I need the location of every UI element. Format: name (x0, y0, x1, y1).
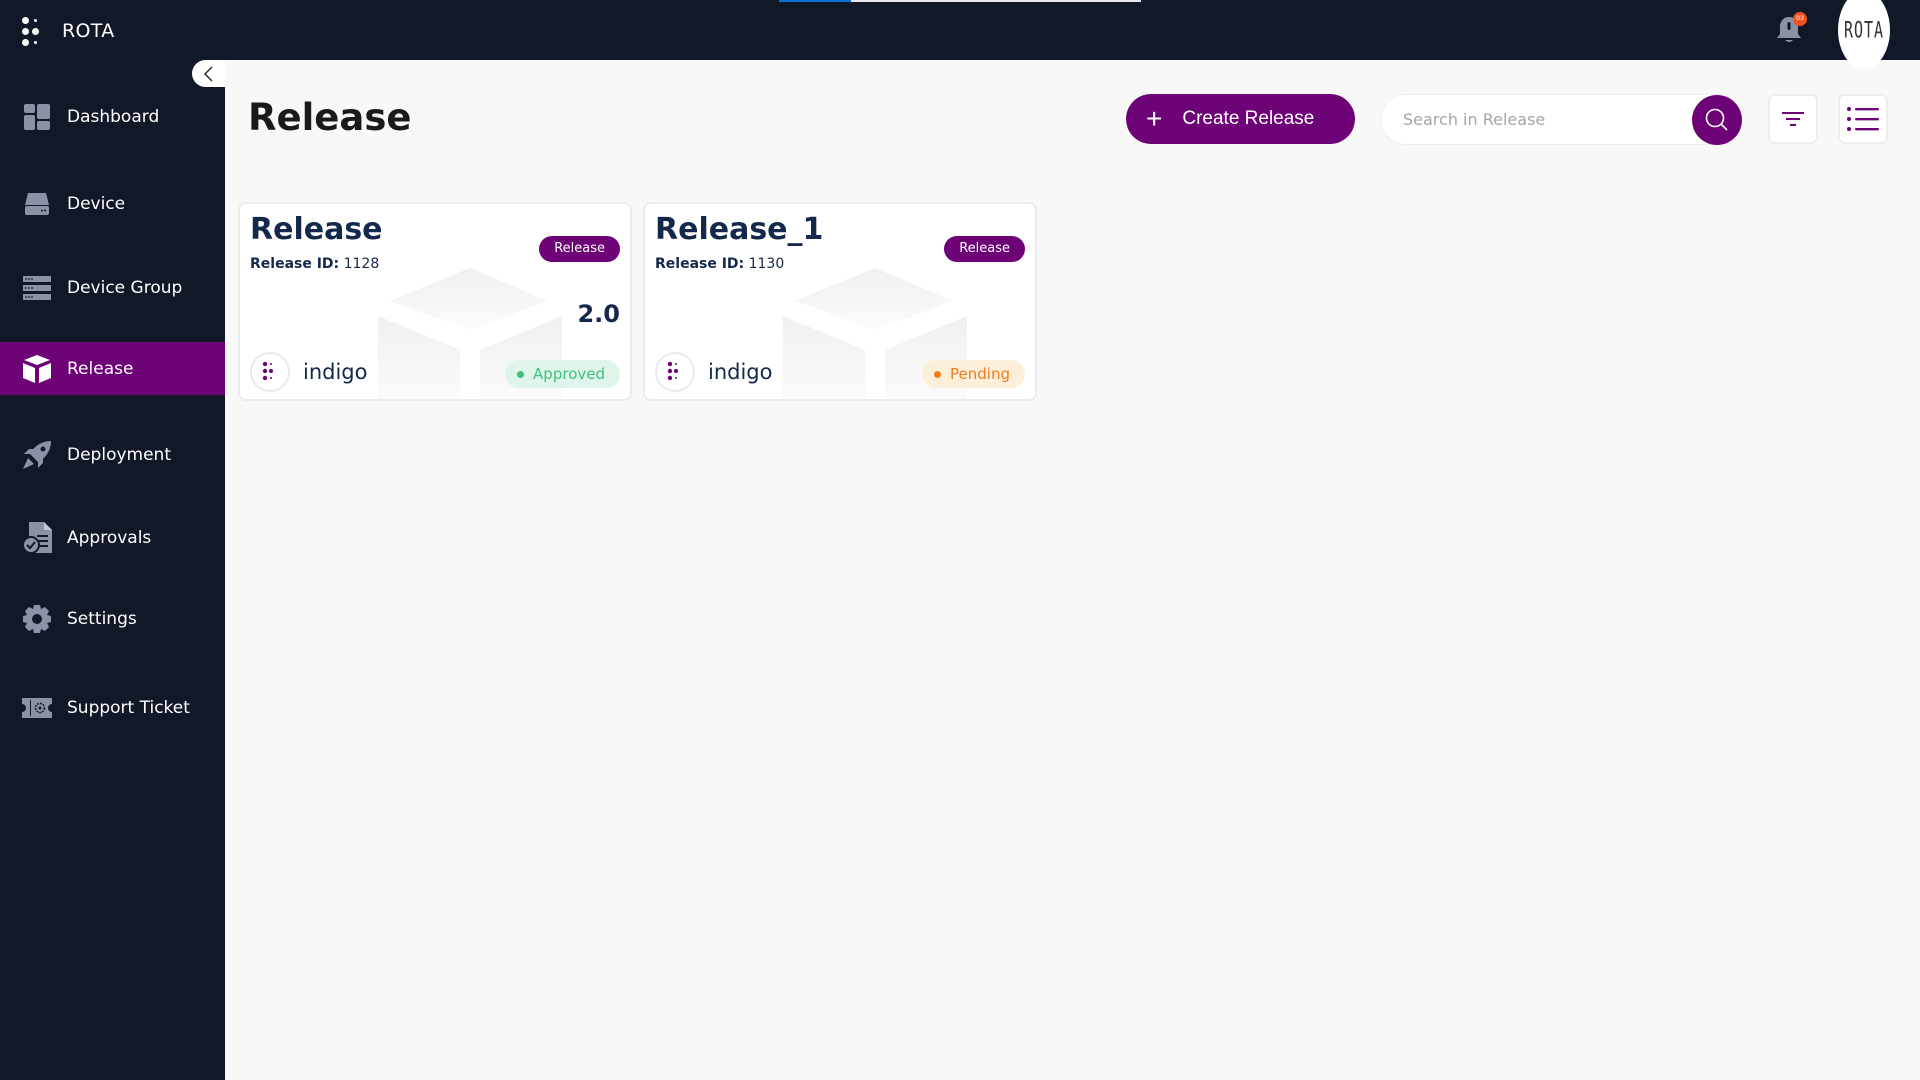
create-release-label: Create Release (1182, 108, 1315, 129)
sidebar-item-deployment[interactable]: Deployment (0, 428, 225, 481)
sidebar-item-label: Approvals (67, 527, 152, 548)
sidebar-item-label: Device Group (67, 277, 183, 298)
notification-count-badge: 03 (1793, 12, 1807, 26)
app-name: ROTA (62, 20, 115, 42)
sidebar-item-label: Settings (67, 608, 137, 629)
rota-logo-icon (667, 361, 678, 381)
sidebar-item-label: Device (67, 193, 126, 214)
sidebar-item-device[interactable]: Device (0, 177, 225, 230)
release-type-badge: Release (539, 236, 620, 262)
approvals-doc-icon (22, 521, 52, 554)
release-id: Release ID: 1128 (250, 256, 379, 272)
release-card[interactable]: Release Release ID: 1128 Release 2.0 ind… (238, 202, 632, 401)
plus-icon: + (1146, 103, 1163, 134)
release-id-value: 1128 (343, 256, 380, 272)
release-card[interactable]: Release_1 Release ID: 1130 Release indig… (643, 202, 1037, 401)
search-icon (1705, 108, 1728, 131)
release-owner: indigo (303, 360, 368, 384)
release-name: Release_1 (655, 212, 824, 247)
release-name: Release (250, 212, 383, 247)
filter-button[interactable] (1768, 94, 1818, 144)
page-title: Release (248, 96, 412, 139)
user-avatar[interactable]: ROTA (1838, 0, 1890, 69)
brand[interactable]: ROTA (22, 16, 115, 46)
search-button[interactable] (1692, 95, 1742, 145)
release-type-badge: Release (944, 236, 1025, 262)
sidebar-item-label: Deployment (67, 444, 171, 465)
status-text: Pending (950, 365, 1010, 383)
release-box-icon (22, 354, 52, 384)
chevron-left-icon (203, 66, 212, 81)
create-release-button[interactable]: + Create Release (1126, 94, 1355, 144)
release-version: 2.0 (577, 300, 620, 328)
sidebar-item-approvals[interactable]: Approvals (0, 511, 225, 564)
list-view-button[interactable] (1838, 94, 1888, 144)
device-group-icon (22, 273, 52, 303)
loading-progress-bar (779, 0, 1141, 2)
sidebar-item-support-ticket[interactable]: Support Ticket (0, 681, 225, 734)
rocket-icon (22, 440, 52, 470)
sidebar-item-label: Release (67, 358, 134, 379)
release-id-label: Release ID: (250, 256, 340, 272)
dashboard-icon (22, 102, 52, 132)
rota-logo-icon (22, 16, 44, 46)
search-box (1380, 94, 1742, 145)
device-icon (22, 189, 52, 219)
release-owner: indigo (708, 360, 773, 384)
release-id-label: Release ID: (655, 256, 745, 272)
list-view-icon (1847, 107, 1879, 131)
sidebar-item-device-group[interactable]: Device Group (0, 261, 225, 314)
status-badge: Pending (922, 360, 1025, 388)
gear-icon (22, 604, 52, 634)
status-dot-icon (517, 370, 525, 378)
owner-avatar (250, 352, 290, 392)
loading-progress-fill (779, 0, 852, 2)
status-dot-icon (934, 370, 942, 378)
release-id: Release ID: 1130 (655, 256, 784, 272)
ticket-icon (22, 693, 52, 723)
filter-icon (1782, 112, 1804, 126)
release-id-value: 1130 (748, 256, 785, 272)
sidebar-item-dashboard[interactable]: Dashboard (0, 90, 225, 143)
avatar-text: ROTA (1843, 16, 1885, 44)
search-input[interactable] (1403, 95, 1673, 144)
owner-avatar (655, 352, 695, 392)
rota-logo-icon (262, 361, 273, 381)
status-text: Approved (533, 365, 605, 383)
sidebar-item-label: Dashboard (67, 106, 160, 127)
sidebar-item-label: Support Ticket (67, 697, 190, 718)
top-bar: ROTA 03 ROTA (0, 0, 1920, 69)
sidebar-item-settings[interactable]: Settings (0, 592, 225, 645)
sidebar-item-release[interactable]: Release (0, 342, 225, 395)
sidebar-collapse-button[interactable] (192, 60, 225, 87)
status-badge: Approved (505, 360, 620, 388)
